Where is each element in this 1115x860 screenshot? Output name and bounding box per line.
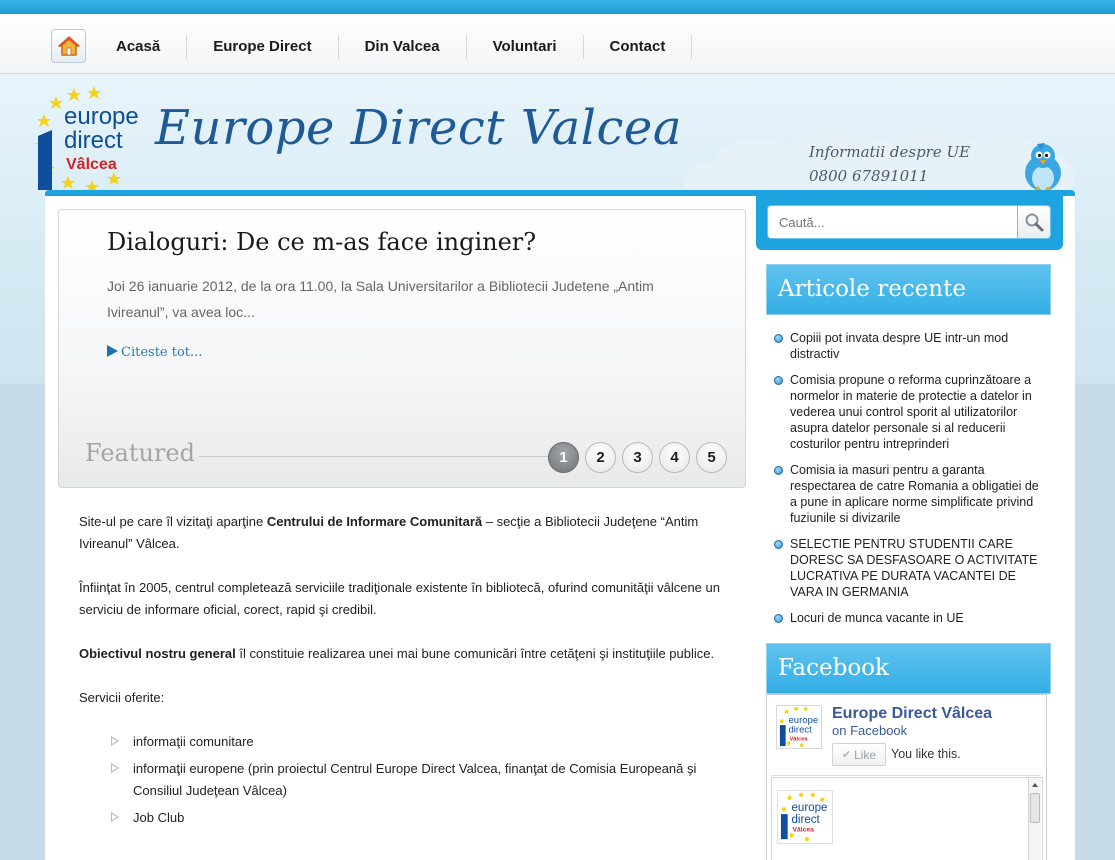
recent-article-link[interactable]: Copiii pot invata despre UE intr-un mod … [774, 330, 1047, 362]
intro-paragraph: Site-ul pe care îl vizitaţi aparţine Cen… [79, 511, 729, 555]
featured-divider [199, 456, 549, 457]
home-button[interactable] [51, 29, 86, 63]
magnifier-icon [1025, 213, 1044, 232]
read-more-label: Citeste tot... [121, 345, 203, 360]
stream-avatar-text-europe: europe [792, 802, 828, 814]
recent-article-link[interactable]: SELECTIE PENTRU STUDENTII CARE DORESC SA… [774, 536, 1047, 600]
facebook-on-label[interactable]: on Facebook [832, 723, 907, 738]
objective-bold-text: Obiectivul nostru general [79, 646, 236, 661]
logo-text-valcea: Vâlcea [66, 156, 117, 173]
stream-avatar[interactable]: europe direct Vâlcea [777, 790, 833, 844]
list-item: Job Club [79, 807, 729, 829]
recent-article-label: SELECTIE PENTRU STUDENTII CARE DORESC SA… [790, 537, 1038, 599]
bullet-dot-icon [774, 376, 783, 385]
main-content: Site-ul pe care îl vizitaţi aparţine Cen… [79, 511, 729, 834]
facebook-widget: Facebook [766, 643, 1051, 694]
slider-pagination: 1 2 3 4 5 [548, 442, 727, 473]
home-icon [57, 36, 80, 56]
service-label: informaţii europene (prin proiectul Cent… [133, 761, 697, 798]
checkmark-icon: ✔ [841, 749, 852, 761]
facebook-stream: europe direct Vâlcea [771, 777, 1043, 860]
recent-article-label: Copiii pot invata despre UE intr-un mod … [790, 331, 1009, 361]
slider-page-1[interactable]: 1 [548, 442, 579, 473]
twitter-bird-icon[interactable] [1019, 140, 1067, 194]
service-label: Job Club [133, 810, 185, 825]
recent-article-label: Comisia ia masuri pentru a garanta respe… [790, 463, 1039, 525]
site-title: Europe Direct Valcea [155, 100, 682, 156]
facebook-like-button[interactable]: ✔ Like [832, 743, 886, 766]
main-nav: Acasă Europe Direct Din Valcea Voluntari… [0, 14, 1115, 74]
service-label: informaţii comunitare [133, 734, 254, 749]
scroll-up-arrow-icon[interactable] [1029, 779, 1041, 791]
recent-article-link[interactable]: Locuri de munca vacante in UE [774, 610, 1047, 626]
top-strip [0, 0, 1115, 14]
nav-item-din-valcea[interactable]: Din Valcea [339, 35, 467, 59]
slider-page-2[interactable]: 2 [585, 442, 616, 473]
list-item: informaţii comunitare [79, 731, 729, 753]
contact-phone: 0800 67891011 [809, 167, 929, 185]
recent-articles-widget: Articole recente Copiii pot invata despr… [766, 264, 1051, 636]
recent-articles-list: Copiii pot invata despre UE intr-un mod … [766, 315, 1051, 626]
read-more-link[interactable]: Citeste tot... [107, 345, 202, 360]
avatar-text-direct: direct [789, 725, 813, 736]
stream-avatar-text-direct: direct [792, 814, 821, 826]
slider-page-4[interactable]: 4 [659, 442, 690, 473]
recent-article-link[interactable]: Comisia propune o reforma cuprinzătoare … [774, 372, 1047, 452]
nav-item-acasa[interactable]: Acasă [90, 35, 188, 59]
nav-menu: Acasă Europe Direct Din Valcea Voluntari… [90, 35, 693, 59]
search-input[interactable] [767, 205, 1018, 239]
facebook-scrollbar[interactable] [1028, 779, 1041, 860]
facebook-page-name[interactable]: Europe Direct Vâlcea [832, 705, 992, 723]
scrollbar-thumb[interactable] [1030, 793, 1040, 823]
recent-article-label: Locuri de munca vacante in UE [790, 611, 964, 625]
bullet-dot-icon [774, 540, 783, 549]
like-label: Like [854, 747, 877, 762]
recent-articles-title: Articole recente [766, 264, 1051, 315]
featured-article-title[interactable]: Dialoguri: De ce m-as face inginer? [107, 228, 536, 256]
bullet-arrow-icon [111, 736, 119, 746]
featured-label: Featured [85, 439, 195, 467]
play-arrow-icon [107, 345, 118, 357]
intro-bold-text: Centrului de Informare Comunitară [266, 514, 483, 529]
facebook-like-box: europe direct Vâlcea Europe Direct Vâlce… [766, 694, 1047, 860]
recent-article-label: Comisia propune o reforma cuprinzătoare … [790, 373, 1032, 451]
recent-article-link[interactable]: Comisia ia masuri pentru a garanta respe… [774, 462, 1047, 526]
europe-direct-logo[interactable]: europe direct Vâlcea [34, 84, 156, 194]
bullet-dot-icon [774, 466, 783, 475]
avatar-text-valcea: Vâlcea [789, 736, 808, 742]
stream-avatar-text-valcea: Vâlcea [792, 826, 814, 833]
search-button[interactable] [1017, 205, 1051, 239]
slider-page-5[interactable]: 5 [696, 442, 727, 473]
logo-text-direct: direct [64, 127, 123, 154]
nav-item-voluntari[interactable]: Voluntari [467, 35, 584, 59]
featured-slider: Dialoguri: De ce m-as face inginer? Joi … [58, 209, 746, 488]
objective-text: îl constituie realizarea unei mai bune c… [235, 646, 715, 661]
list-item: informaţii europene (prin proiectul Cent… [79, 758, 729, 802]
facebook-divider [771, 775, 1041, 776]
search-box [756, 196, 1063, 250]
facebook-like-status: You like this. [891, 747, 961, 761]
logo-text-europe: europe [64, 103, 139, 130]
nav-item-europe-direct[interactable]: Europe Direct [187, 35, 339, 59]
nav-item-contact[interactable]: Contact [584, 35, 693, 59]
bullet-arrow-icon [111, 812, 119, 822]
founding-paragraph: Înfiinţat în 2005, centrul completează s… [79, 580, 720, 617]
page-avatar[interactable]: europe direct Vâlcea [776, 705, 822, 749]
featured-article-excerpt: Joi 26 ianuarie 2012, de la ora 11.00, l… [107, 278, 654, 320]
facebook-widget-title: Facebook [766, 643, 1051, 694]
objective-paragraph: Obiectivul nostru general îl constituie … [79, 643, 729, 665]
contact-info-text: Informatii despre UE [809, 143, 971, 161]
bullet-dot-icon [774, 334, 783, 343]
bullet-dot-icon [774, 614, 783, 623]
bullet-arrow-icon [111, 763, 119, 773]
intro-text: Site-ul pe care îl vizitaţi aparţine [79, 514, 267, 529]
slider-page-3[interactable]: 3 [622, 442, 653, 473]
services-heading: Servicii oferite: [79, 690, 165, 705]
services-list: informaţii comunitare informaţii europen… [79, 731, 729, 829]
